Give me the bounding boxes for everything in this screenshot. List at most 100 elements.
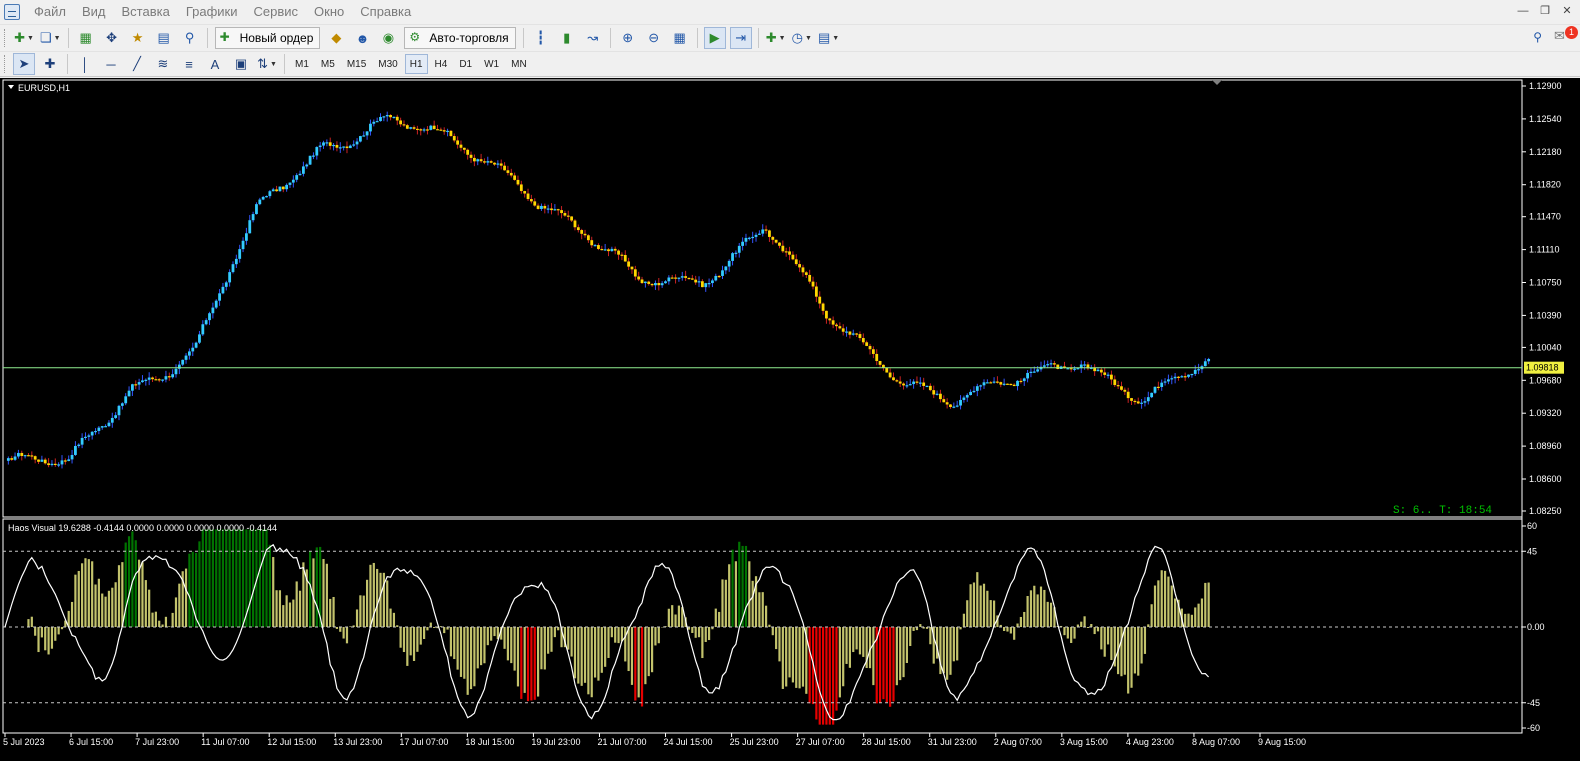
menu-help[interactable]: Справка [352,0,419,24]
market-watch-button[interactable]: ▦ [75,27,97,49]
channel-button[interactable]: ≋ [152,53,174,75]
arrows-button[interactable]: ⇅ ▼ [256,53,278,75]
candle-body [586,235,590,241]
chart-shift-button[interactable]: ⇥ [729,27,752,49]
candle-body [536,205,540,209]
candlestick-button[interactable]: ▮ [556,27,578,49]
candle-body [1187,374,1190,377]
candle-body [50,463,54,466]
candle-body [841,328,845,332]
horizontal-line-button[interactable]: ─ [100,53,122,75]
histogram-bar [225,529,228,627]
timeframe-m30[interactable]: M30 [373,54,402,74]
menu-window[interactable]: Окно [306,0,352,24]
candle-body [325,142,329,144]
candle-body [60,460,64,465]
chart-shift-marker-icon[interactable] [1212,80,1222,85]
autoscroll-button[interactable]: ▶ [703,27,726,49]
candle-body [613,248,617,251]
timeframe-m15[interactable]: M15 [342,54,371,74]
text-label-button[interactable]: ▣ [230,53,252,75]
terminal-button[interactable]: ▤ [153,27,175,49]
candle-body [104,426,107,428]
candle-body [808,274,812,282]
tile-windows-button[interactable]: ▦ [669,27,691,49]
histogram-bar [121,562,124,627]
menu-file[interactable]: Файл [26,0,74,24]
candle-body [161,379,164,381]
symbol-menu-triangle-icon[interactable] [8,85,14,89]
strategy-tester-button[interactable]: ⚲ [179,27,201,49]
timeframe-mn[interactable]: MN [506,54,532,74]
histogram-bar [540,627,543,670]
candle-body [576,227,580,231]
toolbar-separator [522,28,524,48]
candle-body [181,359,185,365]
candle-body [355,141,359,145]
navigator-button[interactable]: ★ [127,27,149,49]
signals-button[interactable]: ◉ [377,27,399,49]
histogram-bar [1170,585,1173,627]
histogram-bar [57,627,60,635]
chats-button[interactable]: ☻ [351,27,373,49]
trendline-button[interactable]: ╱ [126,53,148,75]
timeframe-m1[interactable]: M1 [290,54,314,74]
menu-tools[interactable]: Сервис [246,0,307,24]
histogram-bar [764,605,768,627]
toolbar-grip[interactable] [4,55,7,73]
timeframe-m5[interactable]: M5 [316,54,340,74]
new-order-button[interactable]: ✚ Новый ордер [214,27,321,49]
histogram-bar [1083,616,1086,627]
timeframe-w1[interactable]: W1 [479,54,504,74]
timeframe-d1[interactable]: D1 [454,54,477,74]
candle-body [184,355,188,360]
close-icon[interactable]: ✕ [1560,4,1574,18]
menu-view[interactable]: Вид [74,0,114,24]
zoom-out-button[interactable]: ⊖ [643,27,665,49]
histogram-bar [158,620,161,627]
timeframe-h4[interactable]: H4 [430,54,453,74]
metaeditor-button[interactable]: ◆ [325,27,347,49]
candle-body [985,382,989,384]
profiles-button[interactable]: ❏ ▼ [39,27,62,49]
candle-body [791,254,795,260]
histogram-bar [895,627,898,686]
bar-chart-button[interactable]: ┇ [530,27,552,49]
cursor-button[interactable]: ➤ [13,53,35,75]
timeframe-h1[interactable]: H1 [404,54,428,74]
menu-charts[interactable]: Графики [178,0,246,24]
crosshair-button[interactable]: ✚ [39,53,61,75]
chart-window[interactable]: 1.12900 1.12540 1.12180 1.11820 1.11470 1.111… [0,78,1580,761]
histogram-bar [94,584,97,627]
text-button[interactable]: A [204,53,226,75]
candle-body [1049,363,1053,365]
new-chart-button[interactable]: ✚ ▼ [13,27,35,49]
templates-button[interactable]: ▤ ▼ [817,27,840,49]
menu-insert[interactable]: Вставка [114,0,178,24]
toolbar-grip[interactable] [4,29,7,47]
auto-trading-button[interactable]: ⚙ Авто-торговля [404,27,516,49]
histogram-bar [650,627,654,673]
restore-icon[interactable]: ❐ [1538,4,1552,18]
periods-button[interactable]: ◷ ▼ [791,27,813,49]
price-chart[interactable]: 1.12900 1.12540 1.12180 1.11820 1.11470 1.111… [0,78,1580,761]
fibonacci-button[interactable]: ≡ [178,53,200,75]
histogram-bar [1163,570,1167,627]
vertical-line-button[interactable]: │ [74,53,96,75]
histogram-bar [637,627,640,698]
toolbar-separator [284,54,285,74]
candle-body [905,385,909,387]
indicators-button[interactable]: ✚ ▼ [765,27,787,49]
candle-body [888,372,892,378]
candle-body [198,334,201,343]
histogram-bar [221,529,225,627]
minimize-icon[interactable]: — [1516,4,1530,18]
histogram-bar [1153,585,1157,627]
trendline-icon: ╱ [133,56,141,71]
line-chart-button[interactable]: ↝ [582,27,604,49]
search-icon[interactable]: ⚲ [1533,30,1542,44]
zoom-in-button[interactable]: ⊕ [617,27,639,49]
histogram-bar [47,627,50,655]
data-window-button[interactable]: ✥ [101,27,123,49]
notifications-button[interactable]: ✉ 1 [1554,26,1578,46]
